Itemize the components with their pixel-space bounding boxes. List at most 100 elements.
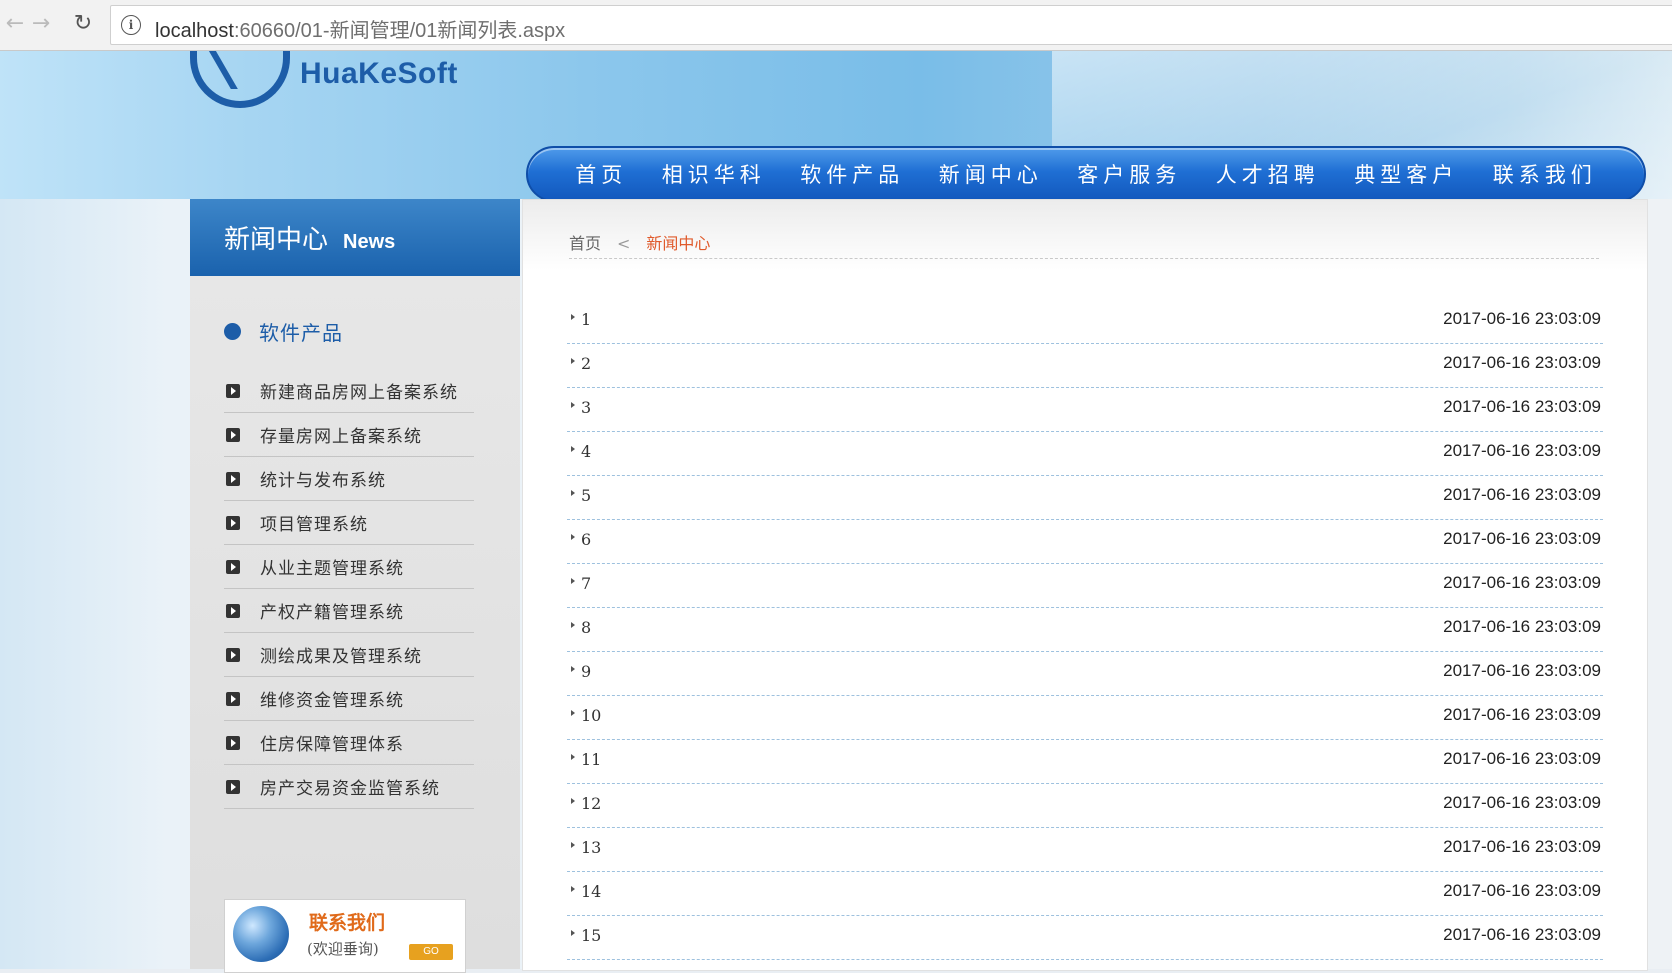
news-row[interactable]: 10 2017-06-16 23:03:09 [567,696,1603,740]
triangle-right-icon [571,930,575,936]
square-arrow-icon [226,779,240,794]
news-title[interactable]: 1 [581,310,591,329]
sidebar-item[interactable]: 项目管理系统 [224,501,474,545]
sidebar-item[interactable]: 存量房网上备案系统 [224,413,474,457]
news-date: 2017-06-16 23:03:09 [1443,353,1601,372]
sidebar-item[interactable]: 产权产籍管理系统 [224,589,474,633]
news-date: 2017-06-16 23:03:09 [1443,617,1601,636]
sidebar-title: 新闻中心 [224,225,329,255]
news-row[interactable]: 11 2017-06-16 23:03:09 [567,740,1603,784]
news-row[interactable]: 4 2017-06-16 23:03:09 [567,432,1603,476]
news-date: 2017-06-16 23:03:09 [1443,749,1601,768]
bullet-dot-icon [224,323,241,340]
news-row[interactable]: 5 2017-06-16 23:03:09 [567,476,1603,520]
sidebar-title-en: News [343,231,396,253]
news-row[interactable]: 1 2017-06-16 23:03:09 [567,300,1603,344]
logo-text: HuaKeSoft [300,57,458,90]
square-arrow-icon [226,603,240,618]
nav-item[interactable]: 新闻中心 [939,159,1043,189]
news-title[interactable]: 4 [581,442,591,461]
news-title[interactable]: 6 [581,530,591,549]
news-date: 2017-06-16 23:03:09 [1443,837,1601,856]
sidebar-category[interactable]: 软件产品 [224,317,343,346]
breadcrumb-current[interactable]: 新闻中心 [646,234,710,253]
sidebar-item-label: 项目管理系统 [260,515,368,535]
news-title[interactable]: 8 [581,618,591,637]
triangle-right-icon [571,622,575,628]
nav-item[interactable]: 典型客户 [1354,159,1458,189]
sidebar-item[interactable]: 从业主题管理系统 [224,545,474,589]
news-row[interactable]: 9 2017-06-16 23:03:09 [567,652,1603,696]
url-text[interactable]: localhost:60660/01-新闻管理/01新闻列表.aspx [155,14,565,43]
news-row[interactable]: 7 2017-06-16 23:03:09 [567,564,1603,608]
forward-arrow-icon[interactable]: → [28,10,54,36]
news-title[interactable]: 5 [581,486,591,505]
news-date: 2017-06-16 23:03:09 [1443,925,1601,944]
news-list: 1 2017-06-16 23:03:09 2 2017-06-16 23:03:09… [567,300,1603,960]
sidebar-header: 新闻中心 News [190,199,520,276]
globe-icon [233,906,289,962]
sidebar-item[interactable]: 房产交易资金监管系统 [224,765,474,809]
square-arrow-icon [226,735,240,750]
triangle-right-icon [571,534,575,540]
contact-us-banner[interactable]: 联系我们 (欢迎垂询) GO [224,899,466,973]
nav-item[interactable]: 相识华科 [662,159,766,189]
news-title[interactable]: 3 [581,398,591,417]
news-date: 2017-06-16 23:03:09 [1443,485,1601,504]
address-bar[interactable]: i localhost:60660/01-新闻管理/01新闻列表.aspx [110,5,1672,45]
news-date: 2017-06-16 23:03:09 [1443,881,1601,900]
news-title[interactable]: 13 [581,838,601,857]
divider [569,258,1599,259]
reload-icon[interactable]: ↻ [70,10,96,36]
sidebar-item-label: 统计与发布系统 [260,471,386,491]
square-arrow-icon [226,471,240,486]
news-title[interactable]: 14 [581,882,601,901]
sidebar-menu: 新建商品房网上备案系统存量房网上备案系统 统计与发布系统 项目管理系统从业主题管理系… [224,369,484,809]
news-date: 2017-06-16 23:03:09 [1443,529,1601,548]
square-arrow-icon [226,691,240,706]
triangle-right-icon [571,402,575,408]
main-panel: 首页 < 新闻中心 1 2017-06-16 23:03:09 2 2017-06-16 … [522,199,1648,971]
sidebar-item[interactable]: 新建商品房网上备案系统 [224,369,474,413]
go-button[interactable]: GO [409,944,453,960]
news-row[interactable]: 12 2017-06-16 23:03:09 [567,784,1603,828]
logo-icon [190,51,290,108]
news-row[interactable]: 2 2017-06-16 23:03:09 [567,344,1603,388]
sidebar-item[interactable]: 维修资金管理系统 [224,677,474,721]
news-title[interactable]: 12 [581,794,601,813]
nav-item[interactable]: 联系我们 [1493,159,1597,189]
sidebar-item[interactable]: 统计与发布系统 [224,457,474,501]
info-icon[interactable]: i [121,15,141,35]
triangle-right-icon [571,754,575,760]
news-title[interactable]: 15 [581,926,601,945]
news-row[interactable]: 14 2017-06-16 23:03:09 [567,872,1603,916]
sidebar-item[interactable]: 测绘成果及管理系统 [224,633,474,677]
sidebar-item-label: 存量房网上备案系统 [260,427,422,447]
triangle-right-icon [571,578,575,584]
news-row[interactable]: 8 2017-06-16 23:03:09 [567,608,1603,652]
news-row[interactable]: 13 2017-06-16 23:03:09 [567,828,1603,872]
url-host: localhost [155,20,234,42]
news-title[interactable]: 10 [581,706,601,725]
nav-item[interactable]: 软件产品 [800,159,904,189]
news-title[interactable]: 7 [581,574,591,593]
square-arrow-icon [226,427,240,442]
news-title[interactable]: 11 [581,750,601,769]
news-title[interactable]: 2 [581,354,591,373]
back-arrow-icon[interactable]: ← [2,10,28,36]
breadcrumb-home[interactable]: 首页 [569,234,601,253]
nav-item[interactable]: 人才招聘 [1216,159,1320,189]
news-date: 2017-06-16 23:03:09 [1443,441,1601,460]
news-date: 2017-06-16 23:03:09 [1443,661,1601,680]
news-date: 2017-06-16 23:03:09 [1443,397,1601,416]
sidebar-item[interactable]: 住房保障管理体系 [224,721,474,765]
news-date: 2017-06-16 23:03:09 [1443,705,1601,724]
news-row[interactable]: 15 2017-06-16 23:03:09 [567,916,1603,960]
news-row[interactable]: 3 2017-06-16 23:03:09 [567,388,1603,432]
news-title[interactable]: 9 [581,662,591,681]
nav-item[interactable]: 客户服务 [1077,159,1181,189]
header-banner: HuaKeSoft 首页 相识华科 软件产品 新闻中心 客户服务 人才招聘 典型客户 联系我们 [0,51,1672,199]
news-date: 2017-06-16 23:03:09 [1443,309,1601,328]
news-row[interactable]: 6 2017-06-16 23:03:09 [567,520,1603,564]
nav-item[interactable]: 首页 [575,159,627,189]
